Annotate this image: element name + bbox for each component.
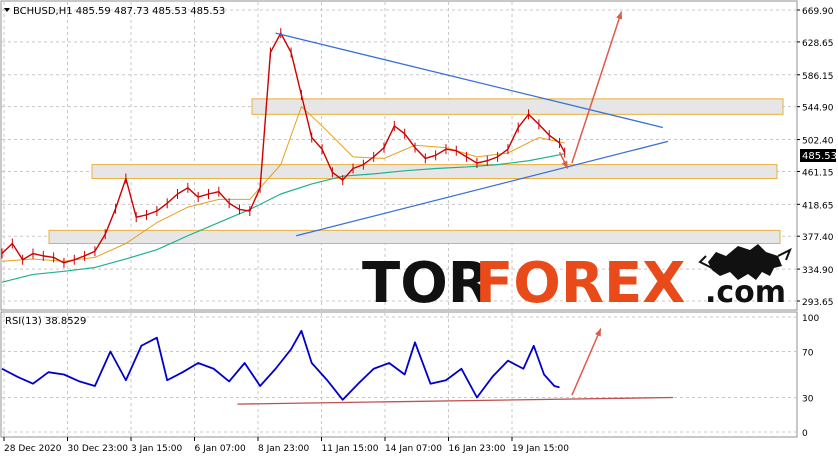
price-tick-label: 334.90 — [802, 266, 834, 276]
time-tick-label: 11 Jan 15:00 — [322, 444, 379, 454]
time-tick-label: 14 Jan 07:00 — [385, 444, 442, 454]
price-tick-label: 502.40 — [802, 137, 834, 147]
watermark-forex-text: FOREX — [475, 251, 685, 316]
time-tick-label: 16 Jan 23:00 — [449, 444, 506, 454]
rsi-tick-label: 100 — [802, 314, 819, 324]
price-tick-label: 418.65 — [802, 201, 834, 211]
price-tick-label: 293.65 — [802, 298, 834, 308]
chart-root: TOR FOREX .com 669.90 628.65 586.15 544.90 5… — [0, 0, 838, 458]
price-tick-label: 586.15 — [802, 72, 834, 82]
watermark-tor-text: TOR — [362, 251, 491, 316]
rsi-title: RSI(13) 38.8529 — [5, 316, 86, 327]
price-tick-label: 461.15 — [802, 168, 834, 178]
price-tick-label: 628.65 — [802, 39, 834, 49]
chart-title: BCHUSD,H1 485.59 487.73 485.53 485.53 — [13, 6, 225, 17]
price-tick-label: 544.90 — [802, 104, 834, 114]
chart-svg: TOR FOREX .com 669.90 628.65 586.15 544.90 5… — [0, 0, 838, 458]
last-price-badge: 485.53 — [800, 149, 837, 162]
time-tick-label: 19 Jan 15:00 — [512, 444, 569, 454]
rsi-tick-label: 0 — [802, 429, 808, 439]
watermark-com-text: .com — [705, 275, 786, 310]
sr-zone — [92, 165, 777, 179]
rsi-tick-label: 30 — [802, 395, 814, 405]
time-tick-label: 28 Dec 2020 — [4, 444, 62, 454]
time-tick-label: 6 Jan 07:00 — [195, 444, 247, 454]
sr-zone — [252, 99, 783, 114]
price-tick-label: 669.90 — [802, 7, 834, 17]
time-tick-label: 8 Jan 23:00 — [258, 444, 310, 454]
time-tick-label: 30 Dec 23:00 — [68, 444, 129, 454]
last-price-text: 485.53 — [802, 151, 837, 162]
rsi-tick-label: 70 — [802, 349, 814, 359]
sr-zone — [49, 230, 780, 243]
time-tick-label: 3 Jan 15:00 — [131, 444, 183, 454]
price-tick-label: 377.40 — [802, 233, 834, 243]
